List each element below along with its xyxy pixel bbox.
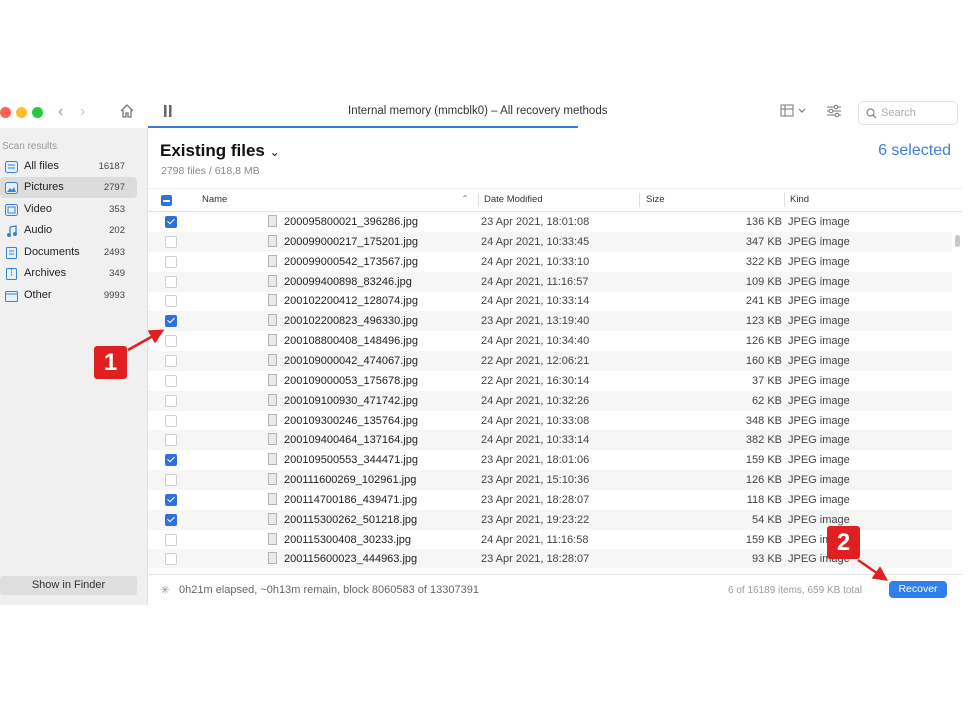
arrow-to-recover-button (857, 558, 889, 581)
arrow-to-checkbox (127, 329, 165, 352)
annotation-arrows (127, 329, 889, 581)
